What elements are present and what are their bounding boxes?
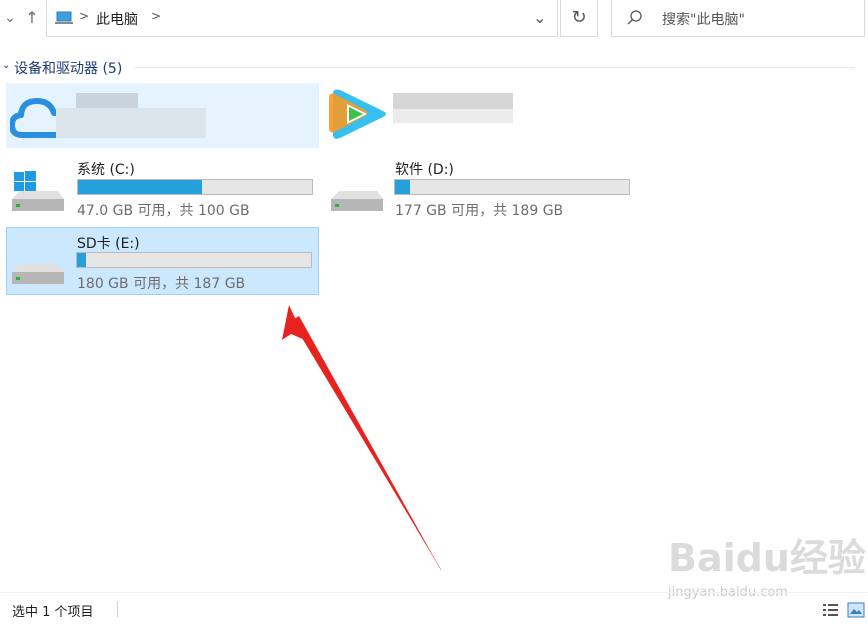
drive-usage-fill bbox=[78, 180, 203, 194]
breadcrumb-separator-icon: > bbox=[79, 9, 90, 23]
drive-usage-bar bbox=[394, 179, 630, 195]
breadcrumb-separator-icon[interactable]: > bbox=[151, 9, 161, 23]
blurred-label bbox=[393, 93, 513, 109]
address-dropdown-icon[interactable]: ⌄ bbox=[533, 8, 546, 27]
drive-space-info: 177 GB 可用，共 189 GB bbox=[395, 203, 564, 219]
search-box[interactable]: 搜索"此电脑" bbox=[611, 0, 865, 37]
hard-drive-icon bbox=[12, 264, 64, 284]
drive-usage-bar bbox=[77, 179, 313, 195]
blurred-label bbox=[393, 109, 513, 123]
blurred-label bbox=[56, 108, 206, 138]
drive-tile-c[interactable]: 系统 (C:) 47.0 GB 可用，共 100 GB bbox=[6, 155, 319, 221]
status-divider bbox=[117, 601, 118, 617]
hard-drive-icon bbox=[331, 191, 383, 211]
large-icons-view-icon[interactable] bbox=[847, 602, 865, 618]
windows-drive-icon bbox=[12, 171, 64, 211]
blurred-label bbox=[76, 93, 138, 108]
drive-space-info: 47.0 GB 可用，共 100 GB bbox=[77, 203, 250, 219]
details-view-icon[interactable] bbox=[822, 602, 840, 618]
watermark-logo: Baidu经验 bbox=[668, 536, 866, 580]
group-collapse-chevron-icon[interactable]: ⌄ bbox=[2, 60, 10, 71]
drive-name: SD卡 (E:) bbox=[77, 236, 140, 252]
status-bar: 选中 1 个项目 bbox=[0, 592, 868, 627]
group-title-devices-drives[interactable]: 设备和驱动器 (5) bbox=[14, 58, 122, 78]
cloud-drive-tile[interactable] bbox=[6, 83, 319, 148]
drive-usage-bar bbox=[76, 252, 312, 268]
drive-tile-d[interactable]: 软件 (D:) 177 GB 可用，共 189 GB bbox=[325, 155, 638, 221]
this-pc-icon bbox=[55, 11, 73, 24]
breadcrumb-this-pc[interactable]: 此电脑 bbox=[96, 9, 138, 29]
search-placeholder: 搜索"此电脑" bbox=[662, 12, 745, 28]
drive-name: 软件 (D:) bbox=[395, 162, 454, 178]
up-arrow-icon[interactable]: ↑ bbox=[22, 6, 42, 30]
search-icon bbox=[627, 10, 642, 25]
selection-count: 选中 1 个项目 bbox=[12, 605, 94, 620]
drive-tile-e[interactable]: SD卡 (E:) 180 GB 可用，共 187 GB bbox=[6, 227, 319, 295]
drive-name: 系统 (C:) bbox=[77, 162, 135, 178]
address-bar[interactable]: > 此电脑 > ⌄ bbox=[46, 0, 558, 37]
drive-usage-fill bbox=[395, 180, 410, 194]
navigation-bar: ⌄ ↑ > 此电脑 > ⌄ ↻ 搜索"此电脑" bbox=[0, 0, 868, 38]
drive-usage-fill bbox=[77, 253, 86, 267]
video-app-icon bbox=[329, 89, 386, 139]
refresh-button[interactable]: ↻ bbox=[560, 0, 598, 37]
group-divider bbox=[135, 67, 855, 68]
recent-locations-chevron-icon[interactable]: ⌄ bbox=[0, 6, 20, 30]
video-app-drive-tile[interactable] bbox=[325, 83, 545, 148]
drive-space-info: 180 GB 可用，共 187 GB bbox=[77, 276, 246, 292]
